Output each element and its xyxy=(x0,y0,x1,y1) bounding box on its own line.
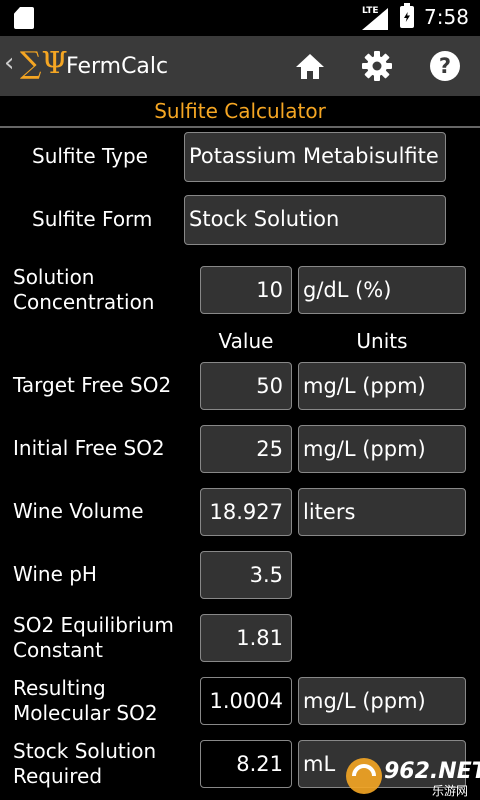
stock-solution-required-label: Stock Solution Required xyxy=(13,739,157,788)
initial-free-so2-unit-select[interactable]: mg/L (ppm) xyxy=(298,425,466,473)
wine-volume-unit-select[interactable]: liters xyxy=(298,488,466,536)
app-title: FermCalc xyxy=(66,54,169,79)
target-free-so2-unit-select[interactable]: mg/L (ppm) xyxy=(298,362,466,410)
target-free-so2-label: Target Free SO2 xyxy=(13,373,172,397)
resulting-molecular-so2-value: 1.0004 xyxy=(200,677,292,725)
solution-concentration-input[interactable]: 10 xyxy=(200,266,292,314)
status-time: 7:58 xyxy=(424,5,469,29)
solution-concentration-label: Solution Concentration xyxy=(13,265,155,314)
stock-solution-required-value: 8.21 xyxy=(200,740,292,788)
status-bar: LTE 7:58 xyxy=(0,0,480,36)
initial-free-so2-input[interactable]: 25 xyxy=(200,425,292,473)
units-column-header: Units xyxy=(356,329,408,353)
wine-volume-input[interactable]: 18.927 xyxy=(200,488,292,536)
svg-text:乐游网: 乐游网 xyxy=(432,784,468,798)
wine-volume-label: Wine Volume xyxy=(13,499,144,523)
sulfite-type-label: Sulfite Type xyxy=(32,144,148,168)
initial-free-so2-label: Initial Free SO2 xyxy=(13,436,165,460)
wine-ph-input[interactable]: 3.5 xyxy=(200,551,292,599)
resulting-molecular-so2-unit-select[interactable]: mg/L (ppm) xyxy=(298,677,466,725)
resulting-molecular-so2-label: Resulting Molecular SO2 xyxy=(13,676,158,725)
chevron-left-icon: ‹ xyxy=(4,48,15,78)
sulfite-type-select[interactable]: Potassium Metabisulfite xyxy=(184,132,446,182)
sd-card-icon xyxy=(14,7,34,29)
sulfite-form-label: Sulfite Form xyxy=(32,207,153,231)
watermark-logo: 962.NET 乐游网 xyxy=(346,758,480,798)
svg-text:?: ? xyxy=(439,54,451,78)
battery-icon xyxy=(400,3,414,28)
gear-icon[interactable] xyxy=(361,50,393,82)
network-type: LTE xyxy=(362,6,379,16)
target-free-so2-input[interactable]: 50 xyxy=(200,362,292,410)
solution-concentration-unit-select[interactable]: g/dL (%) xyxy=(298,266,466,314)
sulfite-form-select[interactable]: Stock Solution xyxy=(184,195,446,245)
help-icon[interactable]: ? xyxy=(429,50,461,82)
home-icon[interactable] xyxy=(294,50,326,82)
value-column-header: Value xyxy=(218,329,274,353)
page-title: Sulfite Calculator xyxy=(0,98,480,128)
wine-ph-label: Wine pH xyxy=(13,562,97,586)
so2-equilibrium-label: SO2 Equilibrium Constant xyxy=(13,613,174,662)
so2-equilibrium-input[interactable]: 1.81 xyxy=(200,614,292,662)
app-logo-icon: ∑Ψ xyxy=(20,46,68,81)
svg-text:962.NET: 962.NET xyxy=(384,759,480,784)
action-bar: ‹ ∑Ψ FermCalc ? xyxy=(0,36,480,96)
